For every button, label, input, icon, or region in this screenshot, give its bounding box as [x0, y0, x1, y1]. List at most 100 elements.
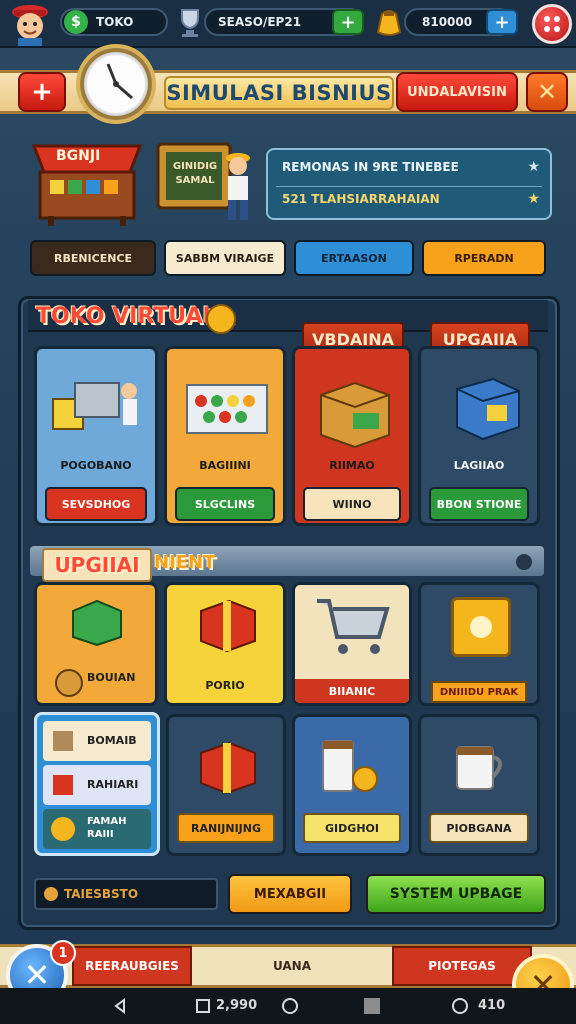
card-button-wiino[interactable]: WIINO [303, 487, 401, 521]
list-item[interactable]: FAMAH RAIII [43, 809, 151, 849]
notification-badge: 1 [50, 940, 76, 966]
clock-icon [76, 44, 156, 124]
card-button-slgclins[interactable]: SLGCLINS [175, 487, 275, 521]
card-label: LAGIIAO [453, 459, 505, 472]
close-icon: ✕ [536, 78, 558, 106]
add-button[interactable]: + [18, 72, 66, 112]
card-label: RIIMAO [329, 459, 375, 472]
close-button[interactable]: ✕ [526, 72, 568, 112]
list-item[interactable]: RAHIARI [43, 765, 151, 805]
upgrade-tile-gidghoi[interactable]: GIDGHOI [292, 714, 412, 856]
tile-label: BOUIAN [87, 671, 136, 684]
system-value-center: 2,990 [216, 998, 258, 1013]
shop-currency-pill: $ TOKO [60, 8, 168, 36]
shop-card-pogobano[interactable]: POGOBANO SEVSDHOG [34, 346, 158, 526]
coin-icon [55, 669, 83, 697]
coin-icon [44, 887, 58, 901]
player-avatar[interactable] [4, 2, 56, 46]
gold-safe-icon [451, 597, 511, 657]
green-box-icon [72, 599, 122, 647]
back-icon[interactable] [112, 998, 128, 1014]
crate-icon [320, 381, 390, 449]
tile-label: PIOBGANA [429, 813, 529, 843]
upgrade-tile-piobgana[interactable]: PIOBGANA [418, 714, 540, 856]
upgrade-tile-bouian[interactable]: BOUIAN [34, 582, 158, 706]
tile-label: RANIJNIJNG [177, 813, 275, 843]
upgrade-list-panel: BOMAIB RAHIARI FAMAH RAIII [34, 712, 160, 856]
page-title: SIMULASI BISNIUS [164, 76, 394, 110]
cash-icon: $ [64, 10, 88, 34]
market-cart-icon [52, 382, 137, 430]
system-value-right: 410 [478, 998, 506, 1013]
info-line-1: REMONAS IN 9RE TINEBEE [282, 160, 459, 174]
tab-ertaason[interactable]: ERTAASON [294, 240, 414, 276]
gold-value: 810000 [422, 15, 473, 29]
shop-stall-illustration: BGNJI [30, 128, 144, 228]
upgrade-tile-dniiidu-prak[interactable]: DNIIIDU PRAK [418, 582, 540, 706]
section1-title: TOKO VIRTUALA [36, 304, 234, 329]
shopping-cart-icon [317, 599, 390, 654]
tab-rperadn[interactable]: RPERADN [422, 240, 546, 276]
section2-subtitle: NIENT [154, 552, 216, 573]
upgrade-tile-ranijnijng[interactable]: RANIJNIJNG [166, 714, 286, 856]
board-line-2: SAMAL [175, 175, 215, 186]
tile-label: GIDGHOI [303, 813, 401, 843]
list-label: BOMAIB [87, 734, 137, 747]
star-icon: ★ [527, 159, 540, 175]
card-button-sevsdhog[interactable]: SEVSDHOG [45, 487, 147, 521]
nav-uana[interactable]: UANA [194, 946, 390, 986]
tile-label: DNIIIDU PRAK [431, 681, 527, 703]
system-upgrade-button[interactable]: SYSTEM UPBAGE [366, 874, 546, 914]
section2-title: UPGIIAI [54, 553, 140, 577]
section2-title-box: UPGIIAI [42, 548, 152, 582]
mug-icon [456, 746, 502, 790]
card-label: BAGIIINI [199, 459, 251, 472]
coin-icon [51, 817, 75, 841]
card-button-bbon-stione[interactable]: BBON STIONE [429, 487, 529, 521]
mexabgii-button[interactable]: MEXABGII [228, 874, 352, 914]
gold-bag-icon [374, 6, 404, 38]
list-label: FAMAH RAIII [87, 816, 127, 840]
box-icon [53, 731, 73, 751]
record-icon[interactable] [452, 998, 468, 1014]
upgrade-tile-porio[interactable]: PORIO [164, 582, 286, 706]
undalavisin-button[interactable]: UNDALAVISIN [396, 72, 518, 112]
card-label: POGOBANO [60, 459, 132, 472]
package-icon [456, 377, 520, 441]
red-gift-box-icon [200, 599, 256, 653]
clock-small-icon [282, 998, 298, 1014]
menu-button[interactable] [532, 4, 572, 44]
shop-card-lagiiao[interactable]: LAGIIAO BBON STIONE [418, 346, 540, 526]
list-item[interactable]: BOMAIB [43, 721, 151, 761]
red-gift-box-icon [200, 741, 256, 795]
tile-label: PORIO [205, 679, 245, 692]
fruit-stand-icon [186, 384, 268, 434]
tab-sabbm-viraige[interactable]: SABBM VIRAIGE [164, 240, 286, 276]
coin-icon [206, 304, 236, 334]
info-dot-icon[interactable] [516, 554, 532, 570]
tab-rbenicence[interactable]: RBENICENCE [30, 240, 156, 276]
trophy-icon [176, 6, 204, 38]
season-label: SEASO/EP21 [218, 15, 302, 29]
nav-piotegas[interactable]: PIOTEGAS [392, 946, 532, 986]
code-strip: TAIESBSTO [34, 878, 218, 910]
info-card: REMONAS IN 9RE TINEBEE ★ 521 TLAHSIARRAH… [266, 148, 552, 220]
stall-awning-text: BGNJI [56, 148, 101, 164]
upgrade-tile-biianic[interactable]: BIIANIC [292, 582, 412, 706]
square-icon[interactable] [364, 998, 380, 1014]
avatar-icon [12, 5, 48, 46]
nav-reeraubgies[interactable]: REERAUBGIES [72, 946, 192, 986]
shop-card-bagiiini[interactable]: BAGIIINI SLGCLINS [164, 346, 286, 526]
gold-plus-button[interactable]: + [486, 9, 518, 35]
tile-label: BIIANIC [295, 679, 409, 703]
info-divider [276, 186, 542, 187]
code-text: TAIESBSTO [64, 887, 139, 901]
home-square-icon[interactable] [196, 999, 210, 1013]
dots-grid-icon [544, 16, 560, 32]
board-line-1: GINIDIG [172, 161, 218, 172]
info-line-2: 521 TLAHSIARRAHAIAN [282, 192, 440, 206]
season-plus-button[interactable]: + [332, 9, 364, 35]
shop-card-riimao[interactable]: RIIMAO WIINO [292, 346, 412, 526]
shopkeeper-character [218, 148, 258, 224]
star-icon-gold: ★ [527, 191, 540, 207]
